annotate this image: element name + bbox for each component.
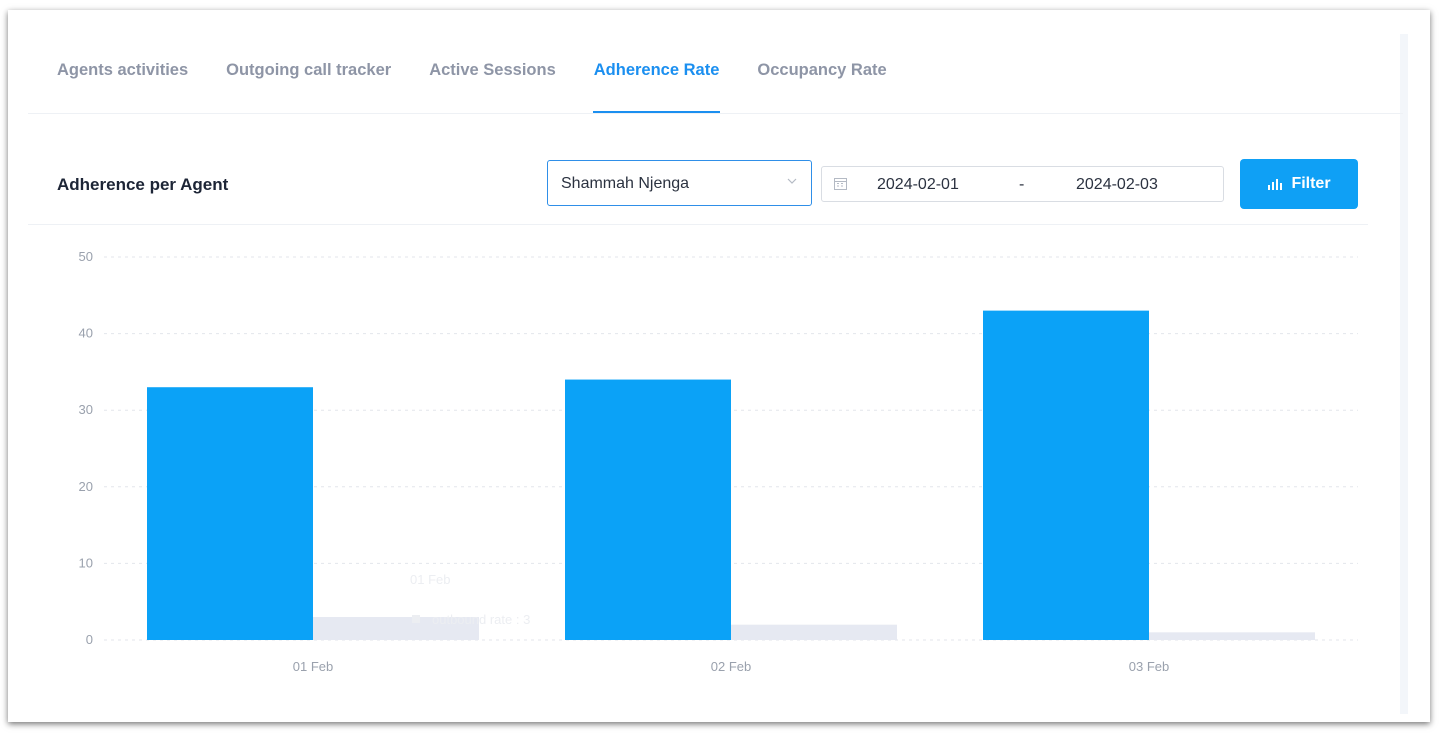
- ghost-tooltip-line: outbound rate : 3: [432, 612, 530, 627]
- x-tick-label: 01 Feb: [293, 659, 333, 674]
- y-tick-label: 10: [79, 555, 93, 570]
- bar-series0-01-feb[interactable]: [147, 387, 313, 640]
- y-tick-label: 40: [79, 326, 93, 341]
- bar-series1-03-feb[interactable]: [1149, 632, 1315, 640]
- report-frame: Agents activities Outgoing call tracker …: [8, 10, 1430, 722]
- bar-series0-02-feb[interactable]: [565, 379, 731, 640]
- ghost-tooltip-swatch: [412, 615, 420, 623]
- y-tick-label: 30: [79, 402, 93, 417]
- x-tick-label: 02 Feb: [711, 659, 751, 674]
- adherence-bar-chart: 01 Feb outbound rate : 3 0 10 20 30 40 50 01 Fe…: [79, 249, 1358, 674]
- ghost-tooltip-title: 01 Feb: [410, 572, 450, 587]
- x-tick-label: 03 Feb: [1129, 659, 1169, 674]
- bar-series0-03-feb[interactable]: [983, 310, 1149, 640]
- y-tick-label: 0: [86, 632, 93, 647]
- y-tick-label: 50: [79, 249, 93, 264]
- bar-series1-02-feb[interactable]: [731, 624, 897, 640]
- y-tick-label: 20: [79, 479, 93, 494]
